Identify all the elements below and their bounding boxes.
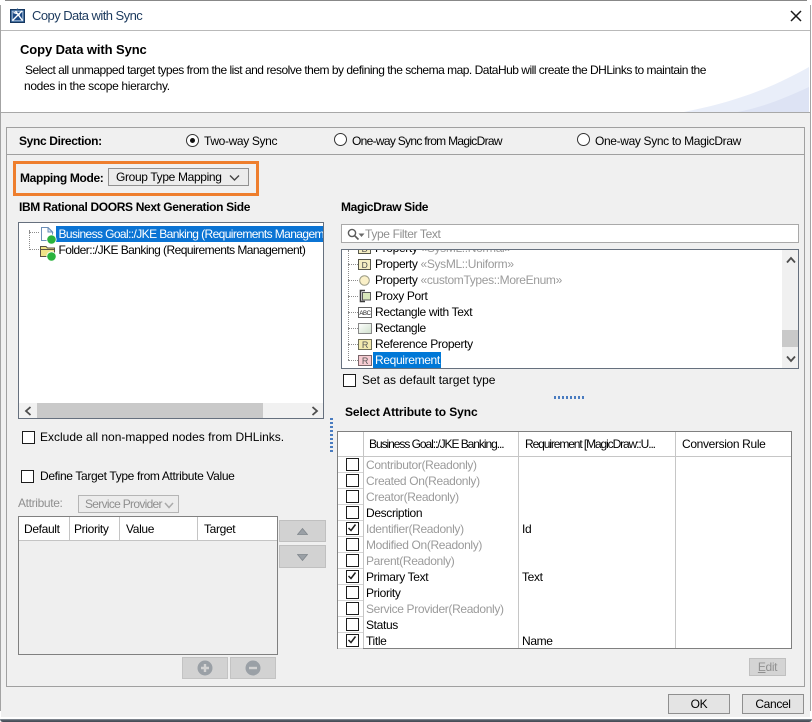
- svg-text:ABC: ABC: [359, 311, 371, 317]
- svg-text:D: D: [362, 260, 368, 270]
- svg-text:D: D: [362, 249, 368, 254]
- svg-text:R: R: [362, 340, 369, 350]
- svg-text:R: R: [362, 356, 369, 366]
